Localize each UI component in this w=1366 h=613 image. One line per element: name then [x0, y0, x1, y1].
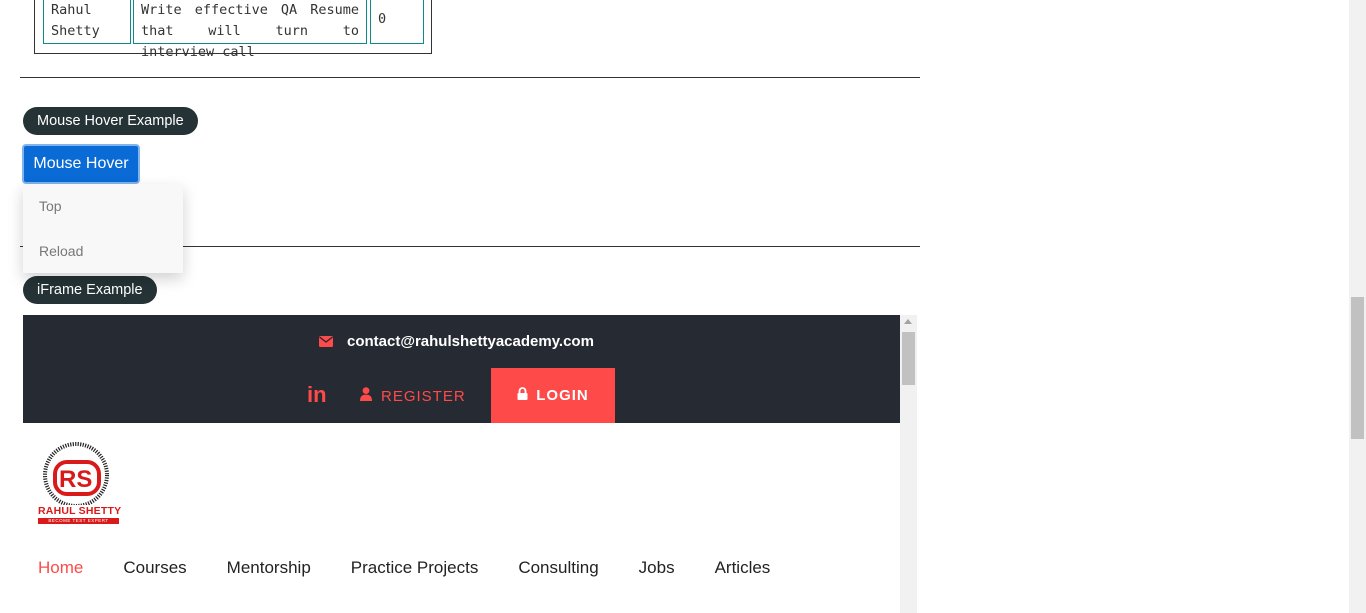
register-link[interactable]: REGISTER [360, 387, 466, 405]
login-label: LOGIN [536, 387, 589, 404]
iframe-content: contact@rahulshettyacademy.com in REGIST… [23, 315, 900, 613]
scroll-up-arrow-icon[interactable] [904, 319, 912, 324]
iframe-legend: iFrame Example [23, 276, 157, 304]
menu-item-reload[interactable]: Reload [39, 243, 83, 259]
courses-iframe[interactable]: contact@rahulshettyacademy.com in REGIST… [23, 315, 917, 613]
iframe-scrollbar[interactable] [900, 315, 917, 613]
login-button[interactable]: LOGIN [491, 368, 615, 423]
nav-consulting[interactable]: Consulting [518, 558, 598, 578]
register-label: REGISTER [381, 387, 466, 405]
table-cell-price: 0 [370, 0, 424, 44]
rahul-shetty-logo[interactable]: RS [37, 441, 111, 509]
nav-articles[interactable]: Articles [715, 558, 771, 578]
nav-home[interactable]: Home [38, 558, 83, 578]
nav-practice-projects[interactable]: Practice Projects [351, 558, 479, 578]
nav-mentorship[interactable]: Mentorship [227, 558, 311, 578]
menu-item-top[interactable]: Top [39, 198, 62, 214]
mouse-hover-button[interactable]: Mouse Hover [22, 144, 140, 184]
table-cell-instructor: Rahul Shetty [43, 0, 131, 44]
logo-tagline: BECOME TEST EXPERT [38, 518, 119, 524]
divider [20, 77, 920, 78]
logo-initials: RS [59, 466, 92, 493]
mouse-hover-menu: Top Reload [23, 184, 183, 273]
contact-email[interactable]: contact@rahulshettyacademy.com [319, 332, 594, 351]
contact-email-text: contact@rahulshettyacademy.com [347, 333, 594, 350]
iframe-nav: Home Courses Mentorship Practice Project… [38, 558, 810, 578]
envelope-icon [319, 332, 333, 351]
courses-table: Rahul Shetty Write effective QA Resume t… [34, 0, 432, 60]
user-icon [360, 387, 372, 405]
page: Rahul Shetty Write effective QA Resume t… [0, 0, 1366, 613]
mouse-hover-legend: Mouse Hover Example [23, 107, 198, 135]
page-scrollbar[interactable] [1349, 0, 1366, 613]
iframe-topbar: contact@rahulshettyacademy.com in REGIST… [23, 315, 900, 423]
page-scroll-thumb[interactable] [1351, 297, 1364, 439]
table-cell-course: Write effective QA Resume that will turn… [133, 0, 367, 60]
nav-courses[interactable]: Courses [123, 558, 186, 578]
iframe-scroll-thumb[interactable] [902, 332, 915, 385]
logo-name: RAHUL SHETTY [38, 505, 122, 517]
nav-jobs[interactable]: Jobs [639, 558, 675, 578]
linkedin-icon[interactable]: in [307, 382, 327, 408]
lock-icon [517, 387, 528, 404]
